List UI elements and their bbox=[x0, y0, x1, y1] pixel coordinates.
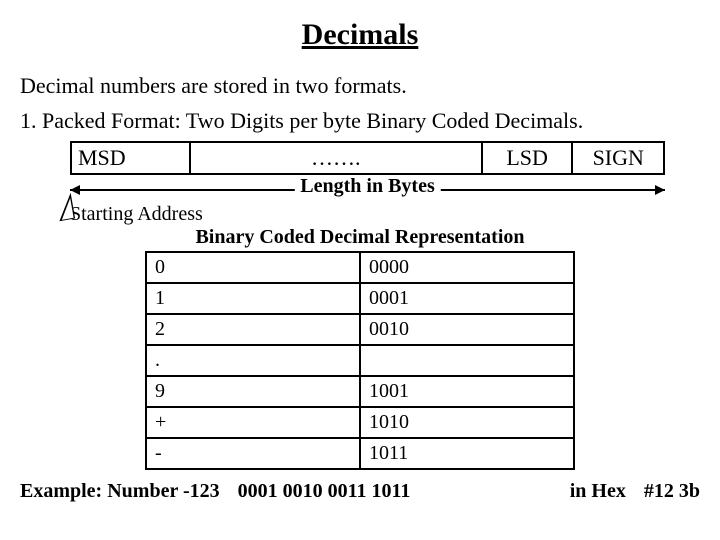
bcd-sym: 2 bbox=[146, 314, 360, 345]
table-row: 91001 bbox=[146, 376, 574, 407]
byte-layout-box: MSD ……. LSD SIGN bbox=[70, 141, 665, 175]
example-label: Example: Number -123 bbox=[20, 480, 220, 503]
bcd-table-title: Binary Coded Decimal Representation bbox=[20, 226, 700, 249]
example-hex-value: #12 3b bbox=[644, 480, 700, 503]
length-label: Length in Bytes bbox=[294, 175, 440, 198]
bcd-code bbox=[360, 345, 574, 376]
byte-layout-lsd: LSD bbox=[482, 142, 573, 174]
length-indicator: Length in Bytes bbox=[70, 175, 665, 203]
table-row: 10001 bbox=[146, 283, 574, 314]
bcd-sym: - bbox=[146, 438, 360, 469]
table-row: 00000 bbox=[146, 252, 574, 283]
example-line: Example: Number -123 0001 0010 0011 1011… bbox=[20, 480, 700, 503]
arrow-right-icon bbox=[655, 185, 665, 195]
starting-address-label: Starting Address bbox=[70, 203, 700, 226]
bcd-code: 0001 bbox=[360, 283, 574, 314]
bcd-sym: 1 bbox=[146, 283, 360, 314]
bcd-sym: + bbox=[146, 407, 360, 438]
byte-layout-middle: ……. bbox=[190, 142, 482, 174]
byte-layout-sign: SIGN bbox=[572, 142, 664, 174]
bcd-sym: 9 bbox=[146, 376, 360, 407]
bcd-sym: 0 bbox=[146, 252, 360, 283]
intro-text: Decimal numbers are stored in two format… bbox=[20, 72, 700, 101]
page-title: Decimals bbox=[20, 18, 700, 52]
arrow-left-icon bbox=[70, 185, 80, 195]
bcd-code: 0010 bbox=[360, 314, 574, 345]
table-row: 20010 bbox=[146, 314, 574, 345]
bcd-code: 1001 bbox=[360, 376, 574, 407]
example-hex-label: in Hex bbox=[570, 480, 626, 503]
byte-layout-msd: MSD bbox=[71, 142, 190, 174]
packed-format-text: 1. Packed Format: Two Digits per byte Bi… bbox=[20, 107, 700, 136]
bcd-table: 00000 10001 20010 . 91001 +1010 -1011 bbox=[145, 251, 575, 470]
table-row: . bbox=[146, 345, 574, 376]
bcd-code: 1010 bbox=[360, 407, 574, 438]
bcd-sym: . bbox=[146, 345, 360, 376]
bcd-code: 1011 bbox=[360, 438, 574, 469]
example-binary: 0001 0010 0011 1011 bbox=[238, 480, 411, 503]
bcd-code: 0000 bbox=[360, 252, 574, 283]
table-row: -1011 bbox=[146, 438, 574, 469]
table-row: +1010 bbox=[146, 407, 574, 438]
